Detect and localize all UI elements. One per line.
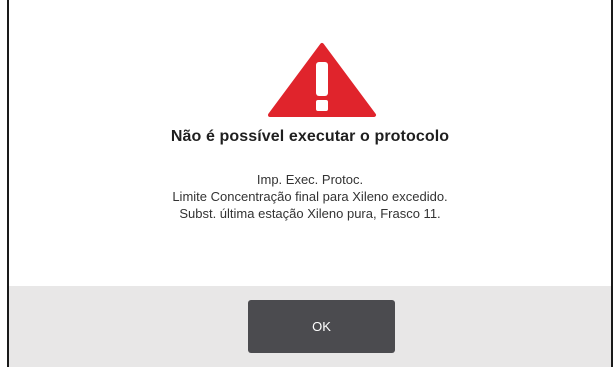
dialog-title: Não é possível executar o protocolo xyxy=(170,128,450,145)
message-line: Imp. Exec. Protoc. xyxy=(256,172,364,187)
message-line: Subst. última estação Xileno pura, Frasc… xyxy=(179,206,441,221)
warning-icon xyxy=(268,43,376,117)
error-dialog: Não é possível executar o protocolo Imp.… xyxy=(0,0,613,367)
ok-button[interactable]: OK xyxy=(248,300,395,353)
dialog-message: Imp. Exec. Protoc. Limite Concentração f… xyxy=(9,171,611,222)
dialog-footer: OK xyxy=(9,286,611,367)
message-line: Limite Concentração final para Xileno ex… xyxy=(172,189,448,204)
